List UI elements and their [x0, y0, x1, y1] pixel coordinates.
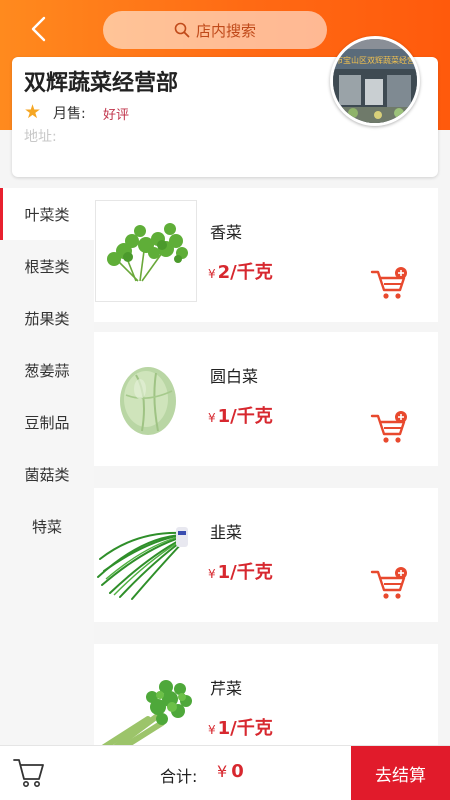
- product-item[interactable]: 韭菜 ¥1/千克: [94, 488, 438, 622]
- product-price: ¥2/千克: [208, 262, 273, 283]
- product-list: 香菜 ¥2/千克 圆白菜 ¥1/千克 韭菜 ¥ 1/千克 芹菜 ¥ 1/千克: [94, 188, 450, 745]
- category-soy-products[interactable]: 豆制品: [0, 396, 94, 448]
- product-item[interactable]: 芹菜 ¥1/千克: [94, 644, 438, 745]
- category-sidebar: 叶菜类 根茎类 茄果类 葱姜蒜 豆制品 菌菇类 特菜: [0, 188, 94, 745]
- chevron-left-icon: [31, 16, 46, 42]
- back-button[interactable]: [24, 14, 54, 44]
- monthly-sales-label: 月售:: [53, 106, 86, 122]
- shop-photo: 海市宝山区双辉蔬菜经营部: [330, 36, 420, 126]
- category-onion-ginger-garlic[interactable]: 葱姜蒜: [0, 344, 94, 396]
- product-image: [95, 656, 197, 745]
- product-image: [95, 500, 197, 602]
- total-value: ¥0: [217, 761, 244, 782]
- search-label: 店内搜索: [195, 21, 256, 40]
- checkout-button[interactable]: 去结算: [351, 746, 450, 800]
- shop-name: 双辉蔬菜经营部: [24, 71, 179, 96]
- add-cart-icon: [370, 267, 407, 299]
- cart-button[interactable]: [12, 755, 46, 789]
- rating-label: 好评: [103, 108, 130, 123]
- search-icon: [174, 22, 190, 38]
- product-price: ¥1/千克: [208, 406, 273, 427]
- product-item[interactable]: 香菜 ¥2/千克: [94, 188, 438, 322]
- add-cart-icon: [370, 411, 407, 443]
- product-price: ¥1/千克: [208, 562, 273, 583]
- cart-icon: [13, 759, 44, 787]
- add-to-cart-button[interactable]: [370, 410, 410, 446]
- category-fruit-veg[interactable]: 茄果类: [0, 292, 94, 344]
- product-name: 香菜: [210, 223, 243, 242]
- category-mushrooms[interactable]: 菌菇类: [0, 448, 94, 500]
- product-price: ¥1/千克: [208, 718, 273, 739]
- category-leafy[interactable]: 叶菜类: [0, 188, 94, 240]
- address-label: 地址:: [24, 129, 57, 145]
- shop-sign-text: 海市宝山区双辉蔬菜经营部: [333, 55, 417, 65]
- total-label: 合计:: [160, 767, 198, 786]
- add-to-cart-button[interactable]: [370, 566, 410, 602]
- add-to-cart-button[interactable]: [370, 266, 410, 302]
- product-item[interactable]: 圆白菜 ¥1/千克: [94, 332, 438, 466]
- category-special[interactable]: 特菜: [0, 500, 94, 552]
- store-search-button[interactable]: 店内搜索: [103, 11, 327, 49]
- product-name: 韭菜: [210, 523, 243, 542]
- product-name: 圆白菜: [210, 367, 259, 386]
- add-cart-icon: [370, 567, 407, 599]
- product-image: [95, 200, 197, 302]
- product-image: [95, 344, 197, 446]
- star-icon: ★: [24, 101, 42, 123]
- bottom-bar: 合计: ¥0 去结算: [0, 745, 450, 800]
- category-root[interactable]: 根茎类: [0, 240, 94, 292]
- product-name: 芹菜: [210, 679, 243, 698]
